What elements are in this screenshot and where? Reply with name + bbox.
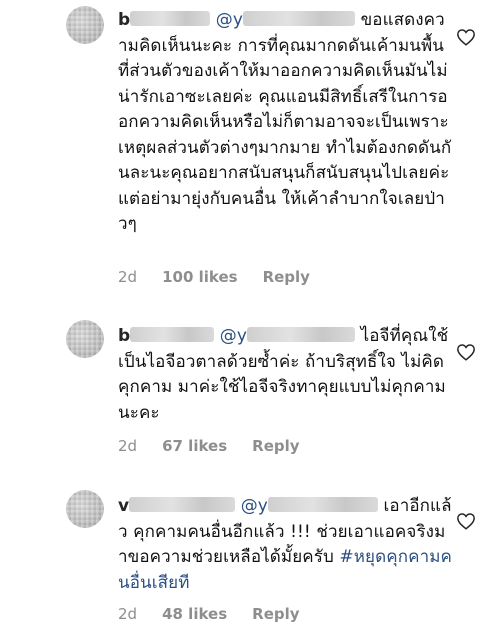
heart-outline-icon[interactable]: [456, 28, 476, 46]
mention[interactable]: @y: [216, 10, 243, 30]
username[interactable]: v: [118, 496, 129, 516]
username[interactable]: b: [118, 10, 130, 30]
redacted-mention: [243, 10, 356, 26]
heart-outline-icon[interactable]: [456, 512, 476, 530]
comment-body: b @y ขอแสดงความคิดเห็นนะคะ การที่คุณมากด…: [118, 8, 453, 238]
redacted-username: [130, 10, 211, 26]
timestamp: 2d: [118, 605, 138, 623]
mention[interactable]: @y: [220, 326, 247, 346]
comment-text: ขอแสดงความคิดเห็นนะคะ การที่คุณมากดดันเค…: [118, 10, 452, 234]
timestamp: 2d: [118, 268, 138, 286]
mention[interactable]: @y: [241, 496, 268, 516]
likes-count[interactable]: 67 likes: [162, 437, 227, 455]
avatar[interactable]: [66, 490, 104, 528]
redacted-username: [130, 326, 215, 342]
reply-button[interactable]: Reply: [252, 605, 299, 623]
timestamp: 2d: [118, 437, 138, 455]
redacted-mention: [267, 496, 378, 512]
avatar[interactable]: [66, 6, 104, 44]
comment-body: b @y ไอจีที่คุณใช้ เป็นไอจีอวตาลด้วยซ้ำค…: [118, 324, 453, 426]
redacted-username: [129, 496, 236, 512]
reply-button[interactable]: Reply: [263, 268, 310, 286]
heart-outline-icon[interactable]: [456, 343, 476, 361]
comment-meta: 2d 48 likes Reply: [118, 605, 300, 623]
comment-body: v @y เอาอีกแล้ว คุกคามคนอื่นอีกแล้ว !!! …: [118, 494, 453, 596]
likes-count[interactable]: 48 likes: [162, 605, 227, 623]
comment-meta: 2d 100 likes Reply: [118, 268, 310, 286]
avatar[interactable]: [66, 320, 104, 358]
redacted-mention: [247, 326, 356, 342]
username[interactable]: b: [118, 326, 130, 346]
comment-meta: 2d 67 likes Reply: [118, 437, 300, 455]
reply-button[interactable]: Reply: [252, 437, 299, 455]
likes-count[interactable]: 100 likes: [162, 268, 238, 286]
